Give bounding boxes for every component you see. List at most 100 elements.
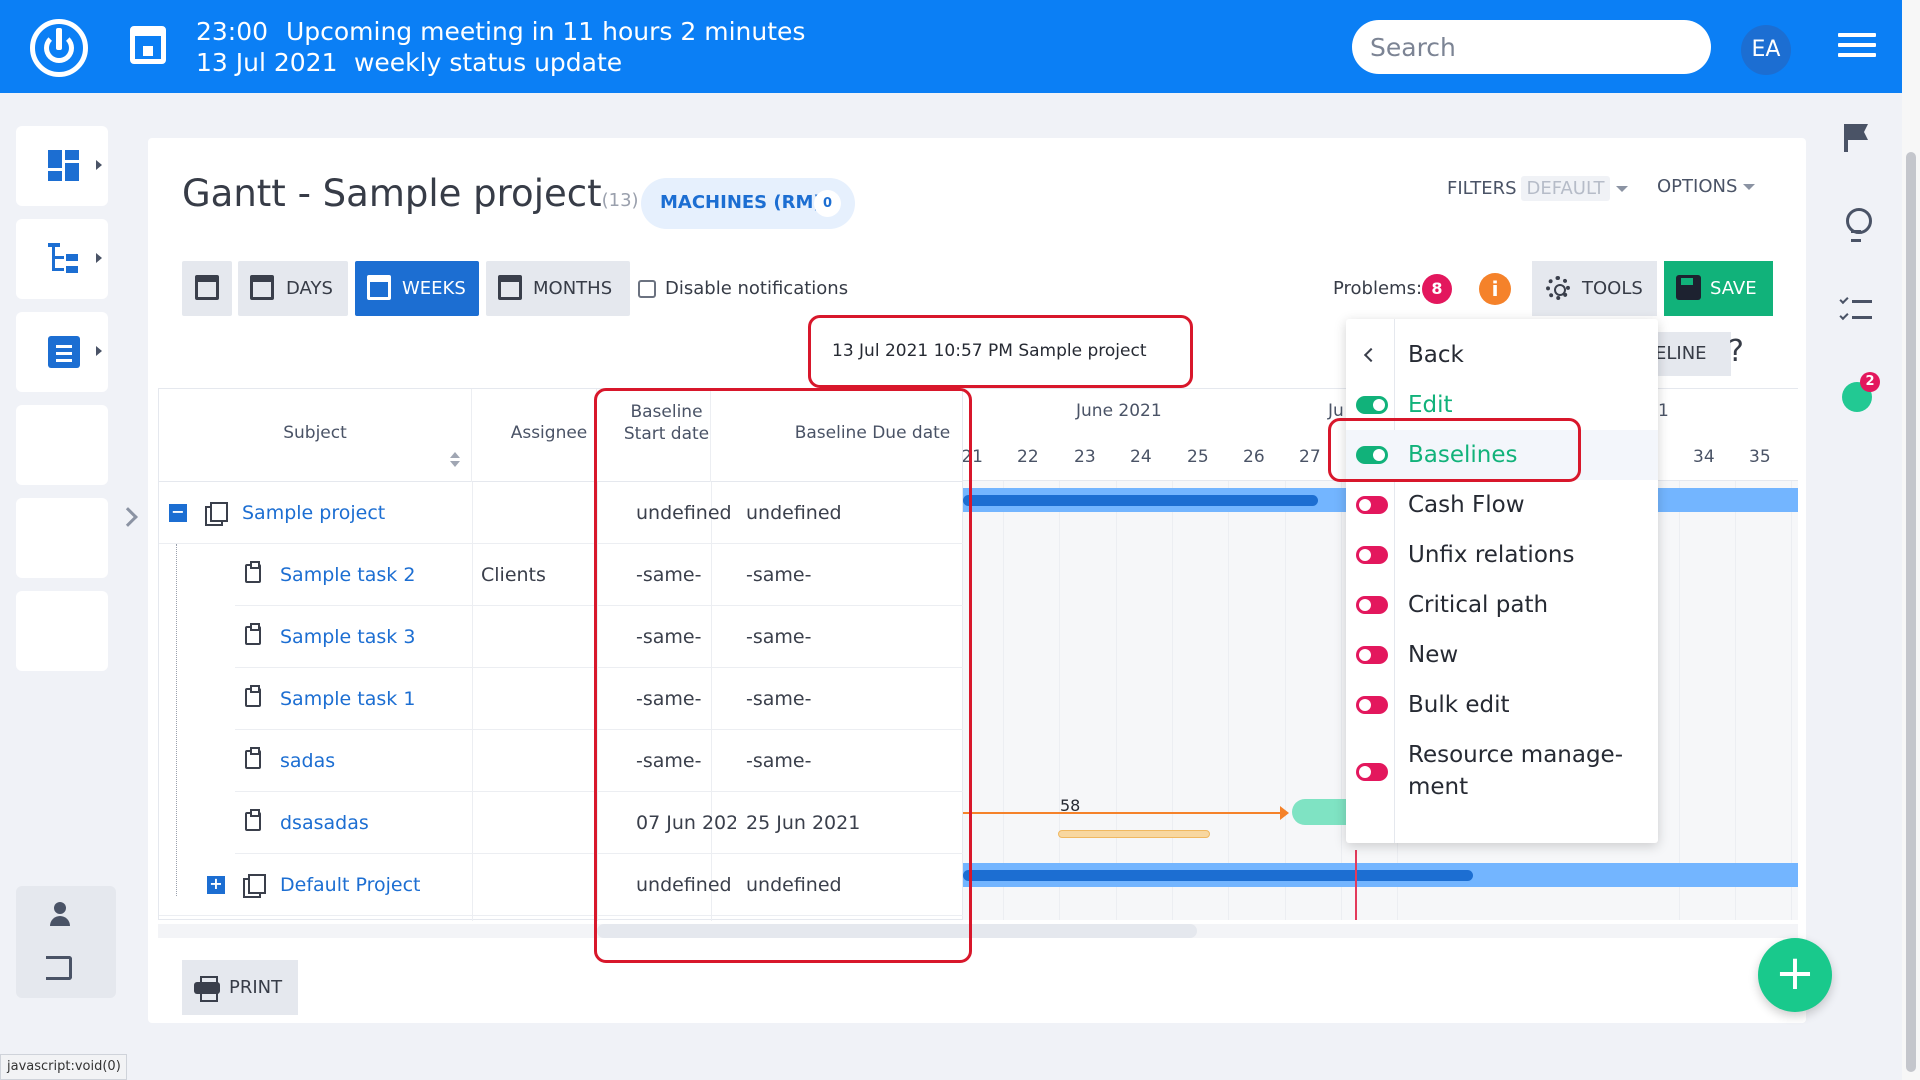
sidebar-tree-button[interactable]	[16, 219, 108, 299]
calendar-icon	[498, 275, 522, 300]
dependency-line	[963, 812, 1283, 814]
sidebar-expand-icon[interactable]	[118, 507, 138, 527]
user-avatar[interactable]: EA	[1741, 25, 1791, 75]
sidebar-bottom-actions	[16, 886, 116, 998]
column-header-assignee[interactable]: Assignee	[472, 389, 597, 482]
menu-item-resource-management[interactable]: Resource manage- ment	[1346, 730, 1658, 810]
column-header-subject[interactable]: Subject	[159, 389, 472, 482]
toggle-switch[interactable]	[1356, 396, 1388, 414]
week-label: 35	[1749, 447, 1771, 467]
highlight-outline	[594, 388, 972, 963]
tree-guide-line	[176, 544, 177, 896]
filters-default-badge: DEFAULT	[1520, 176, 1611, 201]
subject-link[interactable]: Sample task 2	[280, 564, 415, 586]
print-button[interactable]: PRINT	[182, 960, 298, 1015]
help-icon[interactable]: ?	[1728, 334, 1744, 369]
collapse-toggle[interactable]: −	[169, 504, 187, 522]
sidebar-empty-button-1[interactable]	[16, 405, 108, 485]
week-label: 25	[1187, 447, 1209, 467]
disable-notifications-checkbox[interactable]	[638, 280, 656, 298]
menu-item-bulk-edit[interactable]: Bulk edit	[1346, 680, 1658, 730]
calendar-icon	[250, 275, 274, 300]
subject-link[interactable]: Sample task 3	[280, 626, 415, 648]
toggle-switch[interactable]	[1356, 496, 1388, 514]
sort-icon[interactable]	[450, 452, 460, 468]
info-icon[interactable]: i	[1479, 273, 1511, 305]
calendar-icon[interactable]	[130, 26, 166, 64]
toggle-switch[interactable]	[1356, 696, 1388, 714]
flag-icon[interactable]	[1840, 122, 1872, 154]
subject-link[interactable]: Default Project	[280, 874, 420, 896]
task-icon	[245, 623, 261, 645]
days-button[interactable]: DAYS	[238, 261, 348, 316]
assignee-cell: Clients	[481, 564, 546, 586]
task-bar[interactable]	[1292, 799, 1352, 825]
toggle-switch[interactable]	[1356, 596, 1388, 614]
search-input[interactable]: Search	[1352, 20, 1711, 74]
tools-menu: Back Edit Baselines Cash Flow Unfix rela…	[1346, 319, 1658, 843]
sidebar-empty-button-2[interactable]	[16, 498, 108, 578]
subject-link[interactable]: dsasadas	[280, 812, 369, 834]
highlight-outline	[808, 315, 1193, 388]
highlight-outline	[1328, 418, 1581, 482]
upcoming-meeting[interactable]: 23:00 Upcoming meeting in 11 hours 2 min…	[196, 16, 805, 78]
hamburger-menu-icon[interactable]	[1838, 33, 1876, 61]
logout-icon[interactable]	[46, 956, 72, 980]
clipboard-icon	[48, 336, 80, 368]
lightbulb-icon[interactable]	[1840, 206, 1872, 242]
timer-icon[interactable]: 2	[1840, 372, 1880, 412]
meeting-title: Upcoming meeting in 11 hours 2 minutes	[285, 17, 806, 46]
week-label: 24	[1130, 447, 1152, 467]
expand-toggle[interactable]: +	[207, 876, 225, 894]
project-icon	[243, 874, 266, 898]
week-label: 27	[1299, 447, 1321, 467]
month-label-right: 1	[1658, 401, 1669, 421]
subject-link[interactable]: Sample project	[242, 502, 385, 524]
title-count: (13)	[601, 190, 639, 211]
menu-item-critical-path[interactable]: Critical path	[1346, 580, 1658, 630]
tools-button[interactable]: TOOLS	[1532, 261, 1657, 316]
toggle-switch[interactable]	[1356, 763, 1388, 781]
page-scrollbar[interactable]	[1902, 0, 1920, 1080]
months-button[interactable]: MONTHS	[486, 261, 630, 316]
weeks-button[interactable]: WEEKS	[355, 261, 479, 316]
week-label: 34	[1693, 447, 1715, 467]
options-dropdown[interactable]: OPTIONS	[1657, 176, 1756, 197]
add-user-icon[interactable]	[44, 902, 76, 928]
timer-badge: 2	[1860, 372, 1880, 392]
subject-link[interactable]: Sample task 1	[280, 688, 415, 710]
save-button[interactable]: SAVE	[1664, 261, 1773, 316]
app-logo-icon[interactable]	[30, 19, 88, 77]
week-label: 22	[1017, 447, 1039, 467]
calendar-today-button[interactable]	[182, 261, 232, 316]
project-progress-bar	[963, 870, 1473, 881]
disable-notifications-label: Disable notifications	[665, 278, 849, 299]
chevron-left-icon	[1363, 347, 1379, 363]
toggle-switch[interactable]	[1356, 646, 1388, 664]
menu-item-cash-flow[interactable]: Cash Flow	[1346, 480, 1658, 530]
task-icon	[245, 561, 261, 583]
hierarchy-icon	[48, 243, 80, 275]
menu-item-new[interactable]: New	[1346, 630, 1658, 680]
machines-filter-button[interactable]: MACHINES (RM) 0	[641, 178, 855, 229]
problems-count-badge[interactable]: 8	[1422, 274, 1452, 304]
add-floating-button[interactable]: +	[1758, 938, 1832, 1012]
floppy-disk-icon	[1676, 275, 1701, 300]
checklist-icon[interactable]	[1839, 294, 1872, 326]
sidebar-dashboard-button[interactable]	[16, 126, 108, 206]
calendar-icon	[367, 275, 391, 300]
menu-item-unfix-relations[interactable]: Unfix relations	[1346, 530, 1658, 580]
sidebar-tasks-button[interactable]	[16, 312, 108, 392]
sidebar-empty-button-3[interactable]	[16, 591, 108, 671]
toggle-switch[interactable]	[1356, 546, 1388, 564]
project-icon	[205, 502, 228, 526]
task-icon	[245, 685, 261, 707]
menu-item-back[interactable]: Back	[1346, 330, 1658, 380]
calendar-icon	[195, 275, 219, 300]
week-label: 26	[1243, 447, 1265, 467]
subject-link[interactable]: sadas	[280, 750, 335, 772]
dashboard-icon	[48, 150, 80, 182]
chevron-down-icon	[1616, 186, 1629, 192]
today-line	[1355, 850, 1357, 920]
filters-dropdown[interactable]: FILTERS DEFAULT	[1447, 176, 1629, 201]
